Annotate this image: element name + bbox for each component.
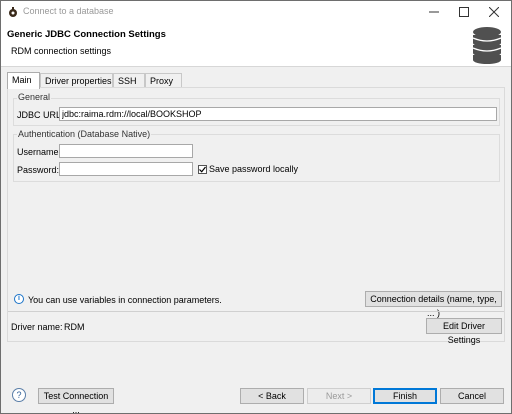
checkmark-icon — [199, 166, 206, 173]
maximize-icon — [459, 7, 469, 17]
back-button[interactable]: < Back — [240, 388, 304, 404]
maximize-button[interactable] — [449, 1, 479, 23]
minimize-button[interactable] — [419, 1, 449, 23]
dialog-window: Connect to a database Generic JDBC Conne… — [0, 0, 512, 414]
help-icon[interactable]: ? — [12, 388, 26, 402]
save-password-checkbox[interactable] — [198, 165, 207, 174]
dialog-header: Generic JDBC Connection Settings RDM con… — [1, 23, 511, 67]
header-title: Generic JDBC Connection Settings — [7, 29, 166, 40]
next-button[interactable]: Next > — [307, 388, 371, 404]
test-connection-button[interactable]: Test Connection ... — [38, 388, 114, 414]
finish-button[interactable]: Finish — [373, 388, 437, 404]
password-label: Password: — [17, 165, 60, 175]
tab-driver-properties[interactable]: Driver properties — [40, 73, 113, 88]
username-label: Username: — [17, 147, 62, 157]
app-icon — [9, 7, 17, 17]
cancel-button[interactable]: Cancel — [440, 388, 504, 404]
driver-name-value: RDM — [64, 322, 85, 332]
driver-separator — [8, 311, 504, 312]
info-icon: i — [14, 294, 24, 304]
minimize-icon — [429, 11, 439, 13]
tab-ssh[interactable]: SSH — [113, 73, 145, 88]
password-input[interactable] — [59, 162, 193, 176]
header-subtitle: RDM connection settings — [11, 46, 112, 56]
edit-driver-settings-button[interactable]: Edit Driver Settings — [426, 318, 502, 345]
tab-main[interactable]: Main — [7, 72, 40, 89]
authentication-legend: Authentication (Database Native) — [17, 129, 152, 139]
database-icon — [472, 27, 502, 64]
username-input[interactable] — [59, 144, 193, 158]
tab-proxy[interactable]: Proxy — [145, 73, 182, 88]
variables-info-text: You can use variables in connection para… — [28, 295, 222, 305]
jdbc-url-input[interactable] — [59, 107, 497, 121]
close-icon — [489, 7, 499, 17]
save-password-label[interactable]: Save password locally — [209, 164, 298, 174]
window-title: Connect to a database — [23, 6, 114, 16]
driver-name-label: Driver name: — [11, 322, 63, 332]
connection-details-button[interactable]: Connection details (name, type, ... ) — [365, 291, 502, 318]
main-tab-panel: General JDBC URL: Authentication (Databa… — [7, 87, 505, 345]
close-button[interactable] — [479, 1, 509, 23]
general-legend: General — [17, 92, 52, 102]
jdbc-url-label: JDBC URL: — [17, 110, 64, 120]
title-bar: Connect to a database — [1, 1, 511, 23]
